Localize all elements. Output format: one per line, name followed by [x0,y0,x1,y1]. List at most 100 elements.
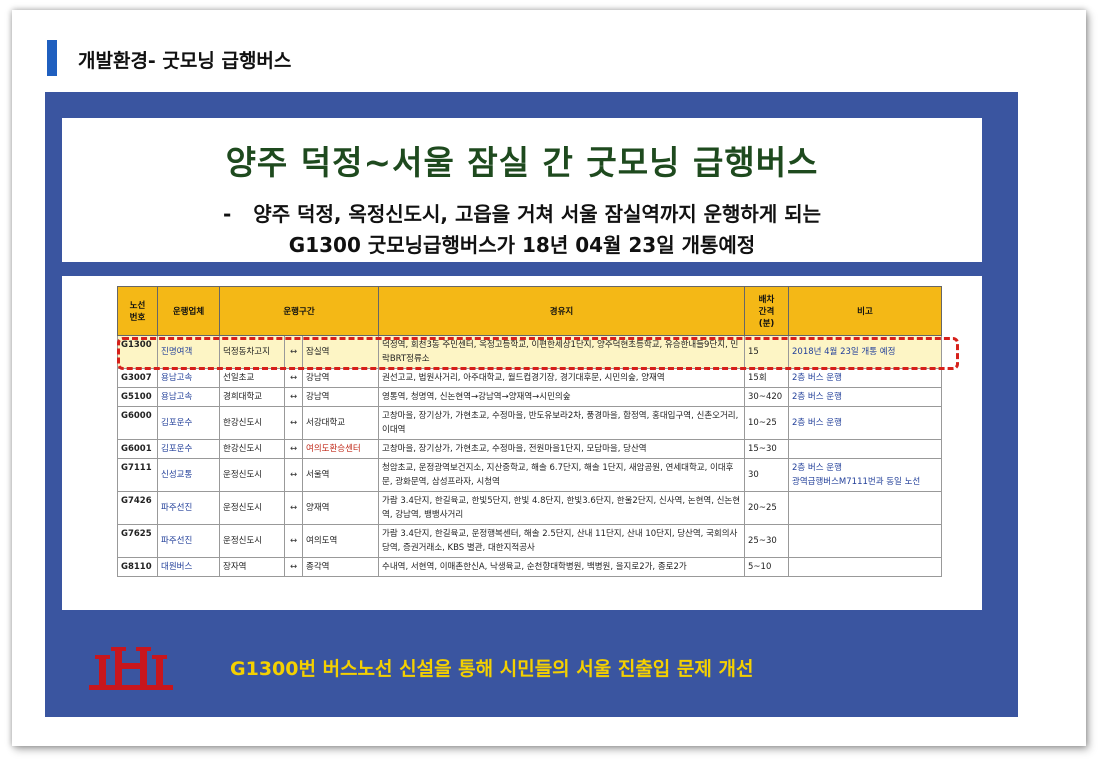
table-row: G3007 용남고속 선일초교 ↔ 강남역 권선고교, 법원사거리, 아주대학교, 월드컵… [117,368,942,388]
interval-cell: 15회 [744,368,789,388]
via-cell: 가람 3.4단지, 한길육교, 한빛5단지, 한빛 4.8단지, 한빛3.6단지… [378,491,745,525]
via-cell: 가람 3.4단지, 한길육교, 운정행복센터, 해솔 2.5단지, 산내 11단… [378,524,745,558]
note-cell: 2층 버스 운행 [788,406,942,440]
header-route: 노선 번호 [117,286,158,336]
note-cell: 2018년 4월 23일 개통 예정 [788,335,942,369]
table-row: G5100 용남고속 경희대학교 ↔ 강남역 영통역, 청명역, 신논현역→강남역→양재역… [117,387,942,407]
note-cell: 2층 버스 운행 [788,387,942,407]
via-cell: 수내역, 서현역, 이매촌한신A, 낙생육교, 순천향대학병원, 백병원, 을지… [378,557,745,577]
headline-subtitle-line2: G1300 굿모닝급행버스가 18년 04월 23일 개통예정 [288,233,756,257]
section-from-cell: 한강신도시 [219,439,285,459]
section-to-cell: 양재역 [302,491,379,525]
note-cell [788,439,942,459]
interval-cell: 30 [744,458,789,492]
via-cell: 권선고교, 법원사거리, 아주대학교, 월드컵경기장, 경기대후문, 시민의숲,… [378,368,745,388]
section-arrow-cell: ↔ [284,406,303,440]
operator-cell: 진명여객 [157,335,220,369]
table-row: G6001 김포운수 한강신도시 ↔ 여의도환승센터 고창마을, 장기상가, 가현초교, … [117,439,942,459]
section-from-cell: 운정신도시 [219,524,285,558]
section-to-cell: 잠실역 [302,335,379,369]
operator-cell: 용남고속 [157,387,220,407]
section-to-cell: 여의도역 [302,524,379,558]
section-arrow-cell: ↔ [284,439,303,459]
route-cell: G7426 [117,491,158,525]
note-cell: 2층 버스 운행 [788,368,942,388]
table-header-row: 노선 번호 운행업체 운행구간 경유지 배차 간격 (분) 비고 [117,286,942,336]
headline-box: 양주 덕정~서울 잠실 간 굿모닝 급행버스 - 양주 덕정, 옥정신도시, 고읍… [62,118,982,262]
note-cell: 2층 버스 운행 광역급행버스M7111번과 동일 노선 [788,458,942,492]
interval-cell: 20~25 [744,491,789,525]
header-interval: 배차 간격 (분) [744,286,789,336]
route-cell: G7111 [117,458,158,492]
route-table: 노선 번호 운행업체 운행구간 경유지 배차 간격 (분) 비고 G1300 진명… [117,286,942,577]
header-operator: 운행업체 [157,286,220,336]
operator-cell: 용남고속 [157,368,220,388]
table-row: G1300 진명여객 덕정동차고지 ↔ 잠실역 덕정역, 회천3동 주민센터, 옥정고등학… [117,335,942,369]
route-cell: G3007 [117,368,158,388]
via-cell: 영통역, 청명역, 신논현역→강남역→양재역→시민의숲 [378,387,745,407]
header-section: 운행구간 [219,286,379,336]
operator-cell: 대원버스 [157,557,220,577]
interval-cell: 10~25 [744,406,789,440]
header-note: 비고 [788,286,942,336]
interval-cell: 25~30 [744,524,789,558]
interval-cell: 30~420 [744,387,789,407]
section-to-cell: 강남역 [302,368,379,388]
operator-cell: 파주선진 [157,524,220,558]
interval-cell: 5~10 [744,557,789,577]
route-cell: G6000 [117,406,158,440]
section-arrow-cell: ↔ [284,368,303,388]
headline-subtitle-line1: - 양주 덕정, 옥정신도시, 고읍을 거쳐 서울 잠실역까지 운행하게 되는 [62,198,982,227]
via-cell: 청암초교, 운정광역보건지소, 지산중학교, 해솔 6.7단지, 해솔 1단지,… [378,458,745,492]
note-cell [788,491,942,525]
note-cell [788,524,942,558]
section-to-cell: 종각역 [302,557,379,577]
route-cell: G8110 [117,557,158,577]
via-cell: 덕정역, 회천3동 주민센터, 옥정고등학교, 이편한세상1단지, 양주덕현초등… [378,335,745,369]
company-logo-icon [89,647,173,690]
section-to-cell: 여의도환승센터 [302,439,379,459]
section-arrow-cell: ↔ [284,524,303,558]
table-body: G1300 진명여객 덕정동차고지 ↔ 잠실역 덕정역, 회천3동 주민센터, 옥정고등학… [117,335,942,577]
route-cell: G7625 [117,524,158,558]
header-via: 경유지 [378,286,745,336]
page-title: 개발환경- 굿모닝 급행버스 [78,50,292,72]
table-row: G7426 파주선진 운정신도시 ↔ 양재역 가람 3.4단지, 한길육교, 한빛5단지,… [117,491,942,525]
section-from-cell: 덕정동차고지 [219,335,285,369]
section-from-cell: 선일초교 [219,368,285,388]
table-row: G6000 김포운수 한강신도시 ↔ 서강대학교 고창마을, 장기상가, 가현초교, 수정… [117,406,942,440]
headline-dash: - [222,202,232,226]
section-from-cell: 한강신도시 [219,406,285,440]
section-to-cell: 강남역 [302,387,379,407]
section-from-cell: 운정신도시 [219,491,285,525]
section-from-cell: 경희대학교 [219,387,285,407]
section-to-cell: 서강대학교 [302,406,379,440]
headline-subtitle-text1: 양주 덕정, 옥정신도시, 고읍을 거쳐 서울 잠실역까지 운행하게 되는 [253,202,821,226]
header-accent-bar [47,40,57,76]
route-cell: G6001 [117,439,158,459]
note-cell [788,557,942,577]
section-arrow-cell: ↔ [284,491,303,525]
operator-cell: 김포운수 [157,406,220,440]
operator-cell: 신성교통 [157,458,220,492]
interval-cell: 15 [744,335,789,369]
via-cell: 고창마을, 장기상가, 가현초교, 수정마을, 전원마을1단지, 모담마을, 당… [378,439,745,459]
section-arrow-cell: ↔ [284,557,303,577]
footer-message: G1300번 버스노선 신설을 통해 시민들의 서울 진출입 문제 개선 [230,658,754,680]
section-from-cell: 운정신도시 [219,458,285,492]
section-arrow-cell: ↔ [284,335,303,369]
section-from-cell: 장자역 [219,557,285,577]
operator-cell: 김포운수 [157,439,220,459]
headline-title: 양주 덕정~서울 잠실 간 굿모닝 급행버스 [225,143,819,182]
interval-cell: 15~30 [744,439,789,459]
section-to-cell: 서울역 [302,458,379,492]
table-row: G7625 파주선진 운정신도시 ↔ 여의도역 가람 3.4단지, 한길육교, 운정행복센… [117,524,942,558]
route-table-container: 노선 번호 운행업체 운행구간 경유지 배차 간격 (분) 비고 G1300 진명… [62,276,982,610]
route-cell: G1300 [117,335,158,369]
section-arrow-cell: ↔ [284,387,303,407]
route-cell: G5100 [117,387,158,407]
section-arrow-cell: ↔ [284,458,303,492]
table-row: G7111 신성교통 운정신도시 ↔ 서울역 청암초교, 운정광역보건지소, 지산중학교,… [117,458,942,492]
operator-cell: 파주선진 [157,491,220,525]
table-row: G8110 대원버스 장자역 ↔ 종각역 수내역, 서현역, 이매촌한신A, 낙생육교, … [117,557,942,577]
